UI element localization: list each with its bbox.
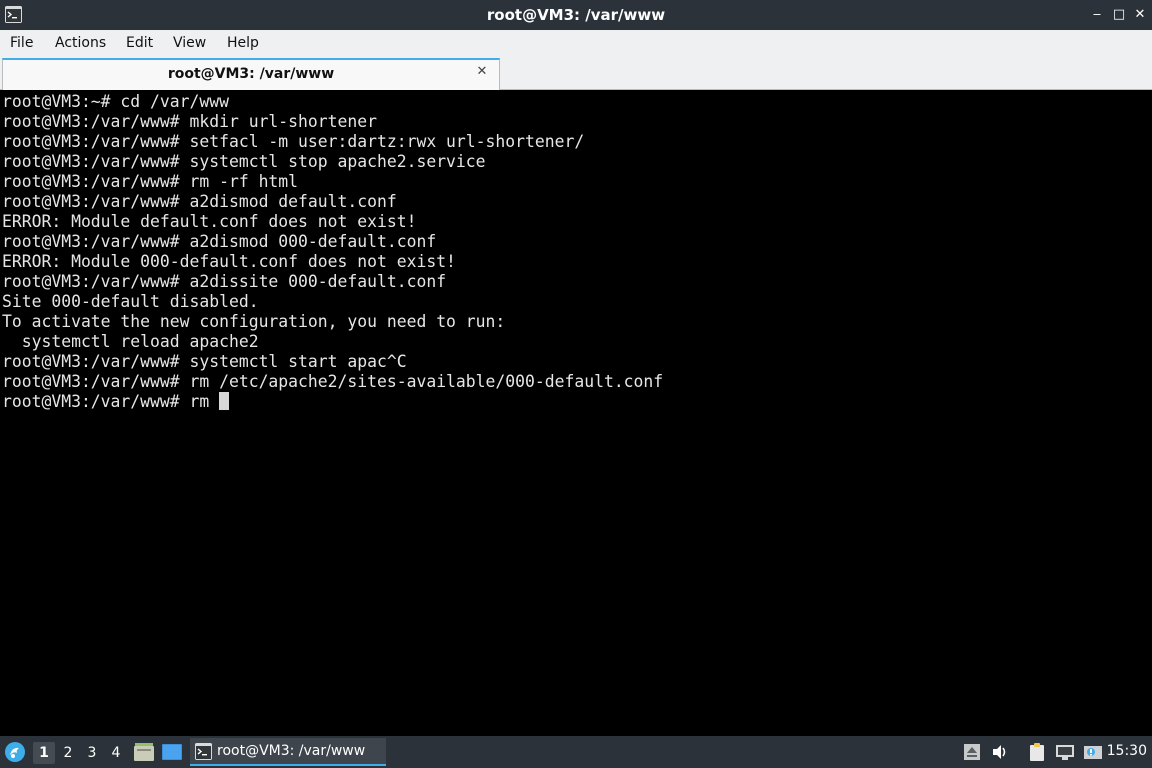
menu-actions[interactable]: Actions bbox=[55, 34, 106, 52]
tray-arrow-icon[interactable] bbox=[962, 742, 982, 762]
menu-view[interactable]: View bbox=[173, 34, 206, 52]
terminal-line: root@VM3:/var/www# a2dismod default.conf bbox=[2, 192, 397, 211]
terminal-scrollbar[interactable] bbox=[1144, 90, 1152, 736]
terminal-line: To activate the new configuration, you n… bbox=[2, 312, 506, 331]
close-button[interactable]: ✕ bbox=[1132, 7, 1148, 23]
text-cursor bbox=[219, 392, 230, 410]
terminal-line: Site 000-default disabled. bbox=[2, 292, 259, 311]
show-desktop-icon[interactable] bbox=[162, 743, 182, 761]
desktop-4-button[interactable]: 4 bbox=[105, 742, 127, 764]
desktop-3-button[interactable]: 3 bbox=[81, 742, 103, 764]
tab-bar: root@VM3: /var/www ✕ bbox=[0, 56, 1152, 90]
window-titlebar[interactable]: root@VM3: /var/www ‒ □ ✕ bbox=[0, 0, 1152, 30]
terminal-line: root@VM3:/var/www# setfacl -m user:dartz… bbox=[2, 132, 585, 151]
lxqt-menu-icon[interactable] bbox=[4, 741, 26, 763]
terminal-line: root@VM3:/var/www# systemctl start apac^… bbox=[2, 352, 407, 371]
terminal-line: root@VM3:/var/www# a2dismod 000-default.… bbox=[2, 232, 437, 251]
file-manager-icon[interactable] bbox=[134, 743, 154, 761]
clipboard-icon[interactable] bbox=[1027, 742, 1047, 762]
terminal-line: ERROR: Module default.conf does not exis… bbox=[2, 212, 417, 231]
desktop-2-button[interactable]: 2 bbox=[57, 742, 79, 764]
terminal-output[interactable]: root@VM3:~# cd /var/www root@VM3:/var/ww… bbox=[0, 90, 1152, 736]
minimize-button[interactable]: ‒ bbox=[1089, 7, 1105, 23]
terminal-prompt-line[interactable]: root@VM3:/var/www# rm bbox=[2, 392, 1152, 412]
terminal-icon bbox=[195, 743, 212, 760]
terminal-line: root@VM3:/var/www# a2dissite 000-default… bbox=[2, 272, 447, 291]
terminal-current-input[interactable]: root@VM3:/var/www# rm bbox=[2, 392, 219, 411]
tab-terminal-session[interactable]: root@VM3: /var/www ✕ bbox=[2, 58, 500, 90]
tab-label: root@VM3: /var/www bbox=[167, 66, 335, 82]
terminal-line: root@VM3:/var/www# rm -rf html bbox=[2, 172, 299, 191]
terminal-line: root@VM3:/var/www# mkdir url-shortener bbox=[2, 112, 377, 131]
taskbar-window-button[interactable]: root@VM3: /var/www bbox=[190, 738, 386, 766]
notification-icon[interactable] bbox=[1083, 742, 1103, 762]
terminal-line: root@VM3:~# cd /var/www bbox=[2, 92, 229, 111]
menu-edit[interactable]: Edit bbox=[126, 34, 153, 52]
terminal-line: ERROR: Module 000-default.conf does not … bbox=[2, 252, 456, 271]
terminal-line: systemctl reload apache2 bbox=[2, 332, 259, 351]
clock[interactable]: 15:30 bbox=[1107, 743, 1147, 759]
terminal-line: root@VM3:/var/www# rm /etc/apache2/sites… bbox=[2, 372, 664, 391]
window-title: root@VM3: /var/www bbox=[486, 6, 666, 24]
terminal-line: root@VM3:/var/www# systemctl stop apache… bbox=[2, 152, 486, 171]
maximize-button[interactable]: □ bbox=[1111, 7, 1127, 23]
menu-help[interactable]: Help bbox=[227, 34, 259, 52]
menu-file[interactable]: File bbox=[10, 34, 33, 52]
network-icon[interactable] bbox=[1055, 742, 1075, 762]
desktop-1-button[interactable]: 1 bbox=[33, 742, 55, 764]
menu-bar: File Actions Edit View Help bbox=[0, 30, 1152, 56]
volume-icon[interactable] bbox=[990, 742, 1010, 762]
tab-close-icon[interactable]: ✕ bbox=[475, 65, 489, 79]
taskbar-window-label: root@VM3: /var/www bbox=[217, 743, 366, 759]
taskbar: 1 2 3 4 root@VM3: /var/www 15:30 bbox=[0, 736, 1152, 768]
